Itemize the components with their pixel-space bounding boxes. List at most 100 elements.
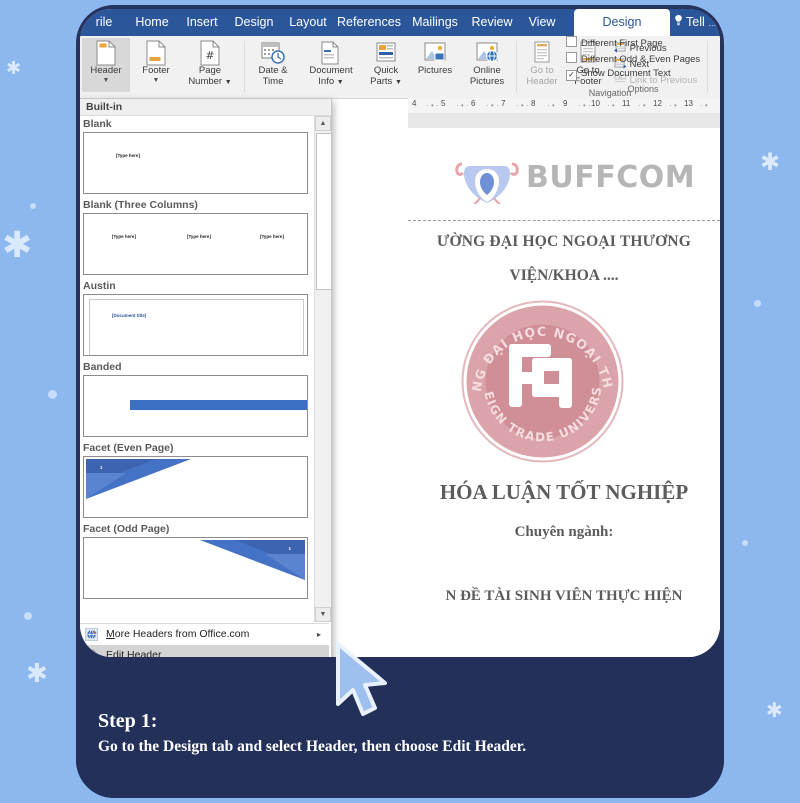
tab-insert[interactable]: Insert bbox=[180, 9, 224, 36]
footer-button-label: Footer bbox=[142, 65, 170, 76]
different-odd-even-checkbox[interactable]: Different Odd & Even Pages bbox=[566, 52, 700, 65]
gallery-item-label: Blank bbox=[83, 118, 112, 130]
svg-text:#: # bbox=[205, 49, 214, 62]
gallery-item-austin[interactable]: Austin [Document title] bbox=[80, 279, 313, 356]
gallery-item-label: Facet (Odd Page) bbox=[83, 523, 170, 535]
ruler-minor: · • · bbox=[516, 101, 529, 110]
gallery-item-label: Austin bbox=[83, 280, 116, 292]
ruler-minor: · • bbox=[638, 101, 646, 110]
sparkle-dot bbox=[24, 612, 32, 620]
document-info-button[interactable]: Document Info ▼ bbox=[302, 38, 360, 92]
tab-references[interactable]: References bbox=[336, 9, 402, 36]
ruler-tick: 7 bbox=[501, 99, 506, 108]
page-number-button[interactable]: # Page Number ▼ bbox=[182, 38, 238, 92]
tab-layout[interactable]: Layout bbox=[284, 9, 332, 36]
ruler-minor: · • bbox=[700, 101, 708, 110]
online-pictures-label1: Online bbox=[473, 65, 501, 76]
footer-page-icon bbox=[132, 40, 180, 66]
tab-design-contextual[interactable]: Design bbox=[574, 9, 670, 36]
thumb-placeholder: [Document title] bbox=[112, 313, 147, 318]
ruler-tick: 13 bbox=[684, 99, 693, 108]
ruler-tick: 9 bbox=[563, 99, 568, 108]
header-button[interactable]: Header ▼ bbox=[82, 38, 130, 92]
different-odd-even-label: Different Odd & Even Pages bbox=[581, 54, 701, 65]
gallery-thumbnail: 1 bbox=[83, 456, 308, 518]
tab-design[interactable]: Design bbox=[230, 9, 278, 36]
options-group-label: Options bbox=[627, 84, 659, 94]
tab-review[interactable]: Review bbox=[468, 9, 516, 36]
gallery-thumbnail: [Type here] [Type here] [Type here] bbox=[83, 213, 308, 275]
gallery-thumbnail: [Type here] bbox=[83, 132, 308, 194]
sparkle-star: ✱ bbox=[760, 148, 781, 176]
gallery-item-facet-odd[interactable]: Facet (Odd Page) 1 bbox=[80, 522, 313, 599]
show-document-text-checkbox[interactable]: ✓ Show Document Text bbox=[566, 68, 671, 81]
document-page[interactable]: BUFFCOM ƯỜNG ĐẠI HỌC NGOẠI THƯƠNG VIỆN/K… bbox=[408, 128, 720, 657]
document-info-label2: Info ▼ bbox=[318, 75, 344, 87]
footer-button[interactable]: Footer ▼ bbox=[132, 38, 180, 92]
buffcom-watermark: BUFFCOM bbox=[448, 156, 698, 204]
sparkle-dot bbox=[48, 390, 57, 399]
footer-caret-icon: ▼ bbox=[152, 76, 160, 84]
quick-parts-button[interactable]: Quick Parts ▼ bbox=[364, 38, 408, 92]
buffalo-logo-icon bbox=[455, 162, 519, 204]
horizontal-ruler[interactable]: 4 5 6 7 8 9 10 11 12 13 · • · · • · · • … bbox=[408, 98, 720, 114]
different-first-page-checkbox[interactable]: Different First Page bbox=[566, 36, 663, 49]
goto-header-icon bbox=[520, 40, 564, 66]
ruler-tick: 12 bbox=[653, 99, 662, 108]
gallery-scroll-area[interactable]: Blank [Type here] Blank (Three Columns) … bbox=[80, 116, 313, 622]
date-time-button[interactable]: Date & Time bbox=[248, 38, 298, 92]
ruler-minor: · • · bbox=[578, 101, 591, 110]
sparkle-star: ✱ bbox=[2, 225, 33, 266]
thumb-placeholder: [Type here] bbox=[116, 153, 140, 158]
checkbox-box bbox=[566, 52, 577, 63]
document-pane: 4 5 6 7 8 9 10 11 12 13 · • · · • · · • … bbox=[408, 98, 720, 657]
ribbon-divider bbox=[244, 41, 245, 93]
gallery-thumbnail bbox=[83, 375, 308, 437]
pictures-button[interactable]: Pictures bbox=[410, 38, 460, 92]
gallery-item-facet-even[interactable]: Facet (Even Page) 1 bbox=[80, 441, 313, 518]
doc-line-university: ƯỜNG ĐẠI HỌC NGOẠI THƯƠNG bbox=[436, 233, 692, 250]
ruler-tick: 4 bbox=[412, 99, 417, 108]
header-boundary-line bbox=[408, 220, 720, 221]
tab-home[interactable]: Home bbox=[128, 9, 176, 36]
tab-mailings[interactable]: Mailings bbox=[408, 9, 462, 36]
gallery-scrollbar[interactable]: ▲ ▼ bbox=[314, 116, 332, 622]
online-pictures-button[interactable]: Online Pictures bbox=[462, 38, 512, 92]
scrollbar-thumb[interactable] bbox=[316, 133, 332, 290]
tell-me-box[interactable]: Tell … bbox=[674, 9, 720, 36]
tab-file[interactable]: rile bbox=[84, 9, 124, 36]
online-pictures-label2: Pictures bbox=[469, 75, 505, 87]
gallery-item-blank[interactable]: Blank [Type here] bbox=[80, 117, 313, 194]
tab-view[interactable]: View bbox=[522, 9, 562, 36]
doc-line-thesis-title: HÓA LUẬN TỐT NGHIỆP bbox=[439, 480, 689, 504]
ruler-tick: 6 bbox=[471, 99, 476, 108]
ruler-minor: · • bbox=[547, 101, 555, 110]
header-gallery-dropdown: Built-in Blank [Type here] Blank (Three … bbox=[80, 98, 332, 657]
goto-header-button[interactable]: Go to Header bbox=[520, 38, 564, 92]
header-page-icon bbox=[82, 40, 130, 66]
thumb-placeholder: [Type here] bbox=[187, 234, 211, 239]
edit-header-row[interactable]: Edit Header bbox=[80, 645, 329, 657]
sparkle-dot bbox=[742, 540, 748, 546]
thumb-placeholder: 1 bbox=[288, 546, 291, 551]
gallery-item-blank-three-columns[interactable]: Blank (Three Columns) [Type here] [Type … bbox=[80, 198, 313, 275]
ruler-minor: · • · bbox=[426, 101, 439, 110]
gallery-thumbnail: [Document title] bbox=[83, 294, 308, 356]
options-group: Different First Page Different Odd & Eve… bbox=[566, 36, 720, 96]
gallery-item-label: Blank (Three Columns) bbox=[83, 199, 198, 211]
different-first-page-label: Different First Page bbox=[581, 38, 663, 49]
scroll-down-arrow-icon[interactable]: ▼ bbox=[315, 607, 331, 622]
ftu-seal-logo: TRƯỜNG ĐẠI HỌC NGOẠI THƯƠNG FOREIGN TRAD… bbox=[453, 286, 626, 465]
gallery-item-banded[interactable]: Banded bbox=[80, 360, 313, 437]
ruler-tick: 8 bbox=[531, 99, 536, 108]
doc-line-faculty: VIỆN/KHOA .... bbox=[509, 267, 619, 284]
sparkle-dot bbox=[754, 300, 761, 307]
scroll-up-arrow-icon[interactable]: ▲ bbox=[315, 116, 331, 131]
step-title: Step 1: bbox=[98, 710, 158, 732]
more-headers-row[interactable]: More Headers from Office.com ▸ bbox=[80, 624, 329, 645]
goto-header-label1: Go to bbox=[530, 65, 554, 76]
document-info-icon bbox=[302, 40, 360, 66]
ribbon-tabbar: rile Home Insert Design Layout Reference… bbox=[80, 9, 720, 36]
date-time-label1: Date & bbox=[258, 65, 288, 76]
document-top-margin bbox=[408, 113, 720, 128]
